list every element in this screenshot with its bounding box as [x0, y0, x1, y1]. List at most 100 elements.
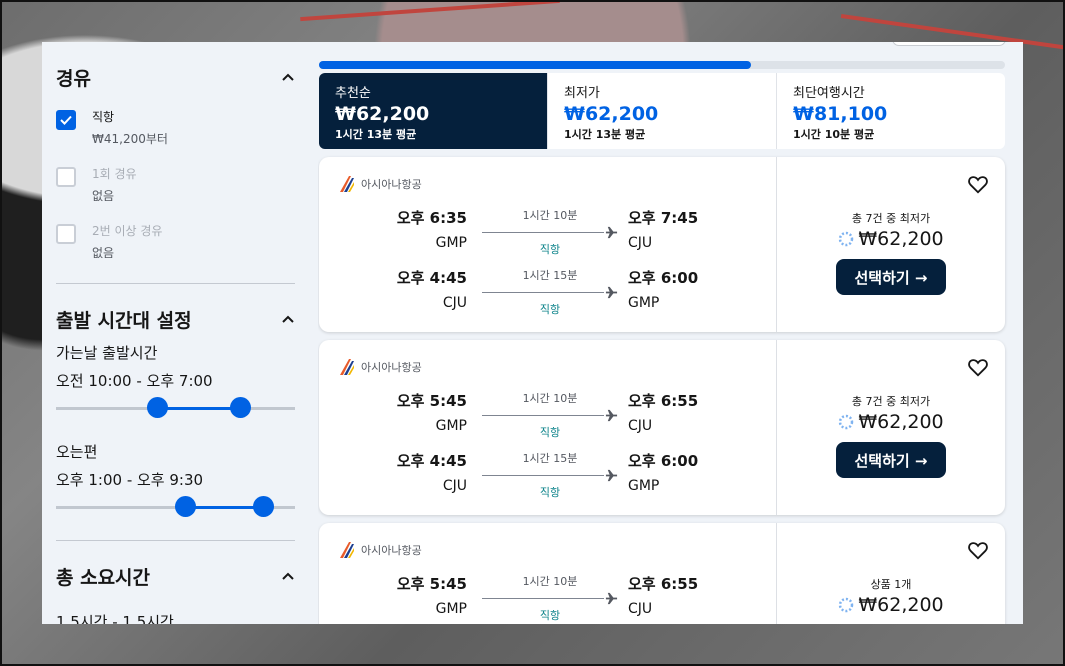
loading-spinner-icon — [839, 414, 854, 430]
flight-duration: 1시간 10분 — [522, 575, 578, 588]
arrival-airport: CJU — [628, 601, 653, 617]
sort-tabs: 추천순 ₩62,200 1시간 13분 평균 최저가 ₩62,200 1시간 1… — [319, 73, 1005, 149]
checkbox-two-plus — [56, 224, 76, 244]
outbound-time-slider[interactable] — [56, 397, 295, 419]
checkbox-one-stop — [56, 167, 76, 187]
departure-airport: CJU — [442, 478, 467, 494]
departure-time: 오후 4:45 — [396, 452, 467, 470]
stops-label: 직항 — [539, 426, 561, 439]
arrival-time: 오후 6:00 — [628, 269, 699, 287]
airline-name: 아시아나항공 — [361, 361, 422, 374]
arrival-airport: GMP — [628, 295, 660, 311]
price-value: ₩62,200 — [858, 594, 944, 616]
slider-handle-start[interactable] — [147, 397, 168, 418]
stops-option-price: 없음 — [92, 189, 115, 203]
outbound-time-value: 오전 10:00 - 오후 7:00 — [56, 372, 213, 390]
departure-time: 오후 4:45 — [396, 269, 467, 287]
arrival-time: 오후 6:00 — [628, 452, 699, 470]
departure-airport: CJU — [442, 295, 467, 311]
tab-price: ₩81,100 — [793, 103, 888, 125]
departure-time: 오후 5:45 — [396, 392, 467, 410]
stops-filter-title: 경유 — [56, 67, 91, 90]
airline: 아시아나항공 — [337, 541, 422, 559]
outbound-leg: 오후 6:35 GMP 1시간 10분 직항 오후 7:45 CJU — [319, 207, 777, 257]
return-leg: 오후 4:45 CJU 1시간 15분 직항 오후 6:00 GMP — [319, 267, 777, 317]
slider-handle-end[interactable] — [253, 496, 274, 517]
departure-airport: GMP — [435, 418, 467, 434]
flight-result-card[interactable]: 아시아나항공 오후 5:45 GMP 1시간 10분 직항 오후 6:55 CJU … — [319, 340, 1005, 515]
plane-icon — [605, 286, 618, 299]
loading-spinner-icon — [839, 597, 854, 613]
slider-handle-end[interactable] — [230, 397, 251, 418]
stops-label: 직항 — [539, 609, 561, 622]
heart-icon[interactable] — [967, 539, 989, 561]
tab-avg-duration: 1시간 10분 평균 — [793, 128, 875, 141]
stops-option-one-stop: 1회 경유 없음 — [56, 165, 295, 204]
duration-header[interactable]: 총 소요시간 — [56, 541, 295, 589]
price: ₩62,200 — [777, 411, 1005, 433]
price-note: 총 7건 중 최저가 — [851, 395, 931, 408]
airline: 아시아나항공 — [337, 358, 422, 376]
tab-name: 최저가 — [564, 86, 600, 101]
filter-sidebar: 경유 직항 ₩41,200부터 1회 경유 없음 2번 이상 경유 없음 출발 … — [42, 42, 318, 624]
departure-airport: GMP — [435, 235, 467, 251]
chevron-up-icon[interactable] — [281, 312, 295, 326]
chevron-up-icon[interactable] — [281, 569, 295, 583]
asiana-logo-icon — [340, 542, 354, 558]
tab-price: ₩62,200 — [335, 103, 430, 125]
departure-airport: GMP — [435, 601, 467, 617]
price-value: ₩62,200 — [858, 228, 944, 250]
top-button-partial[interactable] — [892, 42, 1006, 46]
slider-handle-start[interactable] — [175, 496, 196, 517]
stops-filter-header[interactable]: 경유 — [56, 42, 295, 90]
checkbox-direct[interactable] — [56, 110, 76, 130]
arrival-time: 오후 6:55 — [628, 575, 699, 593]
price: ₩62,200 — [777, 594, 1005, 616]
departure-time-header[interactable]: 출발 시간대 설정 — [56, 284, 295, 332]
departure-time: 오후 5:45 — [396, 575, 467, 593]
stops-option-label: 1회 경유 — [92, 167, 137, 181]
return-time-label: 오는편 — [56, 443, 98, 461]
plane-icon — [605, 409, 618, 422]
outbound-leg: 오후 5:45 GMP 1시간 10분 직항 오후 6:55 CJU — [319, 390, 777, 440]
plane-icon — [605, 592, 618, 605]
outbound-leg: 오후 5:45 GMP 1시간 10분 직항 오후 6:55 CJU — [319, 573, 777, 623]
stops-option-price: ₩41,200부터 — [92, 132, 168, 146]
flight-duration: 1시간 15분 — [522, 269, 578, 282]
asiana-logo-icon — [340, 359, 354, 375]
heart-icon[interactable] — [967, 356, 989, 378]
stops-option-label: 2번 이상 경유 — [92, 224, 163, 238]
departure-time: 오후 6:35 — [396, 209, 467, 227]
outbound-time-label: 가는날 출발시간 — [56, 344, 158, 362]
heart-icon[interactable] — [967, 173, 989, 195]
tab-avg-duration: 1시간 13분 평균 — [564, 128, 646, 141]
plane-icon — [605, 226, 618, 239]
plane-icon — [605, 469, 618, 482]
loading-spinner-icon — [839, 231, 854, 247]
stops-option-label: 직항 — [92, 110, 115, 124]
flight-result-card[interactable]: 아시아나항공 오후 6:35 GMP 1시간 10분 직항 오후 7:45 CJU … — [319, 157, 1005, 332]
price-value: ₩62,200 — [858, 411, 944, 433]
tab-fastest[interactable]: 최단여행시간 ₩81,100 1시간 10분 평균 — [777, 73, 1005, 149]
departure-time-filter: 출발 시간대 설정 가는날 출발시간 오전 10:00 - 오후 7:00 오는… — [42, 284, 318, 518]
stops-filter: 경유 직항 ₩41,200부터 1회 경유 없음 2번 이상 경유 없음 — [42, 42, 318, 261]
price: ₩62,200 — [777, 228, 1005, 250]
price-note: 총 7건 중 최저가 — [851, 212, 931, 225]
tab-cheapest[interactable]: 최저가 ₩62,200 1시간 13분 평균 — [548, 73, 777, 149]
return-leg: 오후 4:45 CJU 1시간 15분 직항 오후 6:00 GMP — [319, 450, 777, 500]
flight-result-card[interactable]: 아시아나항공 오후 5:45 GMP 1시간 10분 직항 오후 6:55 CJU … — [319, 523, 1005, 624]
return-time-slider[interactable] — [56, 496, 295, 518]
arrival-airport: GMP — [628, 478, 660, 494]
arrival-airport: CJU — [628, 235, 653, 251]
select-button[interactable]: 선택하기 → — [836, 442, 946, 478]
arrival-time: 오후 7:45 — [628, 209, 699, 227]
tab-name: 최단여행시간 — [793, 86, 865, 101]
tab-recommended[interactable]: 추천순 ₩62,200 1시간 13분 평균 — [319, 73, 548, 149]
duration-filter: 총 소요시간 1.5시간 - 1.5시간 — [42, 541, 318, 624]
select-button[interactable]: 선택하기 → — [836, 259, 946, 295]
stops-option-two-plus: 2번 이상 경유 없음 — [56, 222, 295, 261]
stops-option-direct[interactable]: 직항 ₩41,200부터 — [56, 108, 295, 147]
chevron-up-icon[interactable] — [281, 70, 295, 84]
stops-label: 직항 — [539, 243, 561, 256]
stops-label: 직항 — [539, 486, 561, 499]
